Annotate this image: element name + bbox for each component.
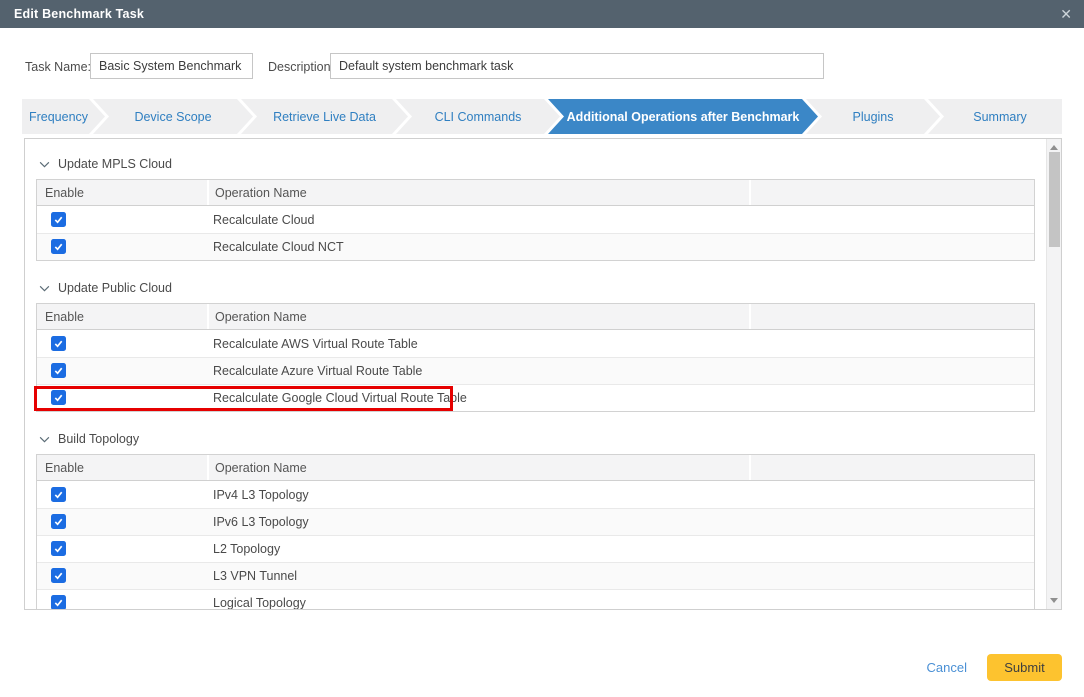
tab-label: Plugins: [853, 110, 894, 124]
operation-name: Logical Topology: [207, 596, 749, 610]
task-name-input[interactable]: [90, 53, 253, 79]
table-row[interactable]: Recalculate Cloud: [37, 206, 1034, 233]
column-header-empty: [749, 455, 1034, 480]
section-toggle[interactable]: Update Public Cloud: [39, 281, 1045, 295]
wizard-tabbar: Frequency Device Scope Retrieve Live Data C…: [22, 99, 1062, 134]
checkmark-icon: [53, 241, 64, 252]
tab-frequency[interactable]: Frequency: [22, 99, 105, 134]
table-row[interactable]: L2 Topology: [37, 535, 1034, 562]
column-header-enable: Enable: [37, 461, 207, 475]
checkmark-icon: [53, 489, 64, 500]
table-row[interactable]: Recalculate Cloud NCT: [37, 233, 1034, 260]
chevron-down-icon: [39, 285, 50, 292]
close-icon[interactable]: ✕: [1060, 0, 1072, 28]
task-name-label: Task Name:: [25, 60, 91, 74]
operations-table: EnableOperation Name Recalculate Cloud Rec…: [36, 179, 1035, 261]
tab-label: Retrieve Live Data: [273, 110, 376, 124]
enable-checkbox[interactable]: [51, 363, 66, 378]
operations-table: EnableOperation Name IPv4 L3 Topology IPv6…: [36, 454, 1035, 610]
dialog-titlebar: Edit Benchmark Task ✕: [0, 0, 1084, 28]
table-row[interactable]: IPv6 L3 Topology: [37, 508, 1034, 535]
tab-device-scope[interactable]: Device Scope: [93, 99, 253, 134]
checkmark-icon: [53, 570, 64, 581]
submit-button[interactable]: Submit: [987, 654, 1062, 681]
operation-name: L3 VPN Tunnel: [207, 569, 749, 583]
chevron-down-icon: [39, 436, 50, 443]
column-header-operation-name: Operation Name: [207, 180, 749, 205]
operations-table: EnableOperation Name Recalculate AWS Virt…: [36, 303, 1035, 412]
tab-label: Frequency: [29, 110, 88, 124]
table-header-row: EnableOperation Name: [37, 180, 1034, 206]
tab-label: Additional Operations after Benchmark: [567, 110, 800, 124]
table-row[interactable]: IPv4 L3 Topology: [37, 481, 1034, 508]
table-row[interactable]: Logical Topology: [37, 589, 1034, 610]
enable-checkbox[interactable]: [51, 390, 66, 405]
tab-additional-operations-after-benchmark[interactable]: Additional Operations after Benchmark: [548, 99, 818, 134]
checkmark-icon: [53, 543, 64, 554]
table-row[interactable]: Recalculate Azure Virtual Route Table: [37, 357, 1034, 384]
checkmark-icon: [53, 338, 64, 349]
section-title: Update MPLS Cloud: [58, 157, 172, 171]
section-toggle[interactable]: Build Topology: [39, 432, 1045, 446]
operation-name: IPv4 L3 Topology: [207, 488, 749, 502]
operation-name: Recalculate Cloud: [207, 213, 749, 227]
operation-name: L2 Topology: [207, 542, 749, 556]
tab-cli-commands[interactable]: CLI Commands: [396, 99, 560, 134]
operation-name: Recalculate Azure Virtual Route Table: [207, 364, 749, 378]
scroll-down-icon[interactable]: [1050, 598, 1058, 603]
enable-checkbox[interactable]: [51, 239, 66, 254]
enable-checkbox[interactable]: [51, 541, 66, 556]
dialog-footer: Cancel Submit: [0, 646, 1084, 688]
tab-label: Summary: [973, 110, 1026, 124]
column-header-empty: [749, 180, 1034, 205]
scrollbar-thumb[interactable]: [1049, 152, 1060, 247]
checkmark-icon: [53, 597, 64, 608]
checkmark-icon: [53, 365, 64, 376]
checkmark-icon: [53, 392, 64, 403]
scroll-up-icon[interactable]: [1050, 145, 1058, 150]
checkmark-icon: [53, 214, 64, 225]
tab-retrieve-live-data[interactable]: Retrieve Live Data: [241, 99, 408, 134]
tab-plugins[interactable]: Plugins: [806, 99, 940, 134]
enable-checkbox[interactable]: [51, 568, 66, 583]
table-row[interactable]: Recalculate AWS Virtual Route Table: [37, 330, 1034, 357]
panel-content: Update MPLS CloudEnableOperation NameRec…: [25, 139, 1045, 609]
operation-name: Recalculate AWS Virtual Route Table: [207, 337, 749, 351]
column-header-enable: Enable: [37, 186, 207, 200]
checkmark-icon: [53, 516, 64, 527]
operation-name: Recalculate Cloud NCT: [207, 240, 749, 254]
tab-label: CLI Commands: [435, 110, 522, 124]
tab-label: Device Scope: [134, 110, 211, 124]
description-input[interactable]: [330, 53, 824, 79]
chevron-down-icon: [39, 161, 50, 168]
section-toggle[interactable]: Update MPLS Cloud: [39, 157, 1045, 171]
table-header-row: EnableOperation Name: [37, 455, 1034, 481]
operation-name: Recalculate Google Cloud Virtual Route T…: [207, 391, 749, 405]
section-title: Build Topology: [58, 432, 139, 446]
enable-checkbox[interactable]: [51, 212, 66, 227]
operation-name: IPv6 L3 Topology: [207, 515, 749, 529]
section-title: Update Public Cloud: [58, 281, 172, 295]
scrollbar[interactable]: [1046, 139, 1061, 609]
table-row[interactable]: Recalculate Google Cloud Virtual Route T…: [37, 384, 1034, 411]
table-row[interactable]: L3 VPN Tunnel: [37, 562, 1034, 589]
column-header-enable: Enable: [37, 310, 207, 324]
column-header-empty: [749, 304, 1034, 329]
column-header-operation-name: Operation Name: [207, 455, 749, 480]
column-header-operation-name: Operation Name: [207, 304, 749, 329]
content-panel: Update MPLS CloudEnableOperation NameRec…: [24, 138, 1062, 610]
tab-summary[interactable]: Summary: [928, 99, 1062, 134]
dialog-title: Edit Benchmark Task: [14, 7, 144, 21]
description-label: Description:: [268, 60, 334, 74]
edit-benchmark-task-dialog: Edit Benchmark Task ✕ Task Name: Descrip…: [0, 0, 1084, 697]
enable-checkbox[interactable]: [51, 514, 66, 529]
enable-checkbox[interactable]: [51, 487, 66, 502]
cancel-button[interactable]: Cancel: [927, 660, 967, 675]
table-header-row: EnableOperation Name: [37, 304, 1034, 330]
enable-checkbox[interactable]: [51, 595, 66, 610]
enable-checkbox[interactable]: [51, 336, 66, 351]
